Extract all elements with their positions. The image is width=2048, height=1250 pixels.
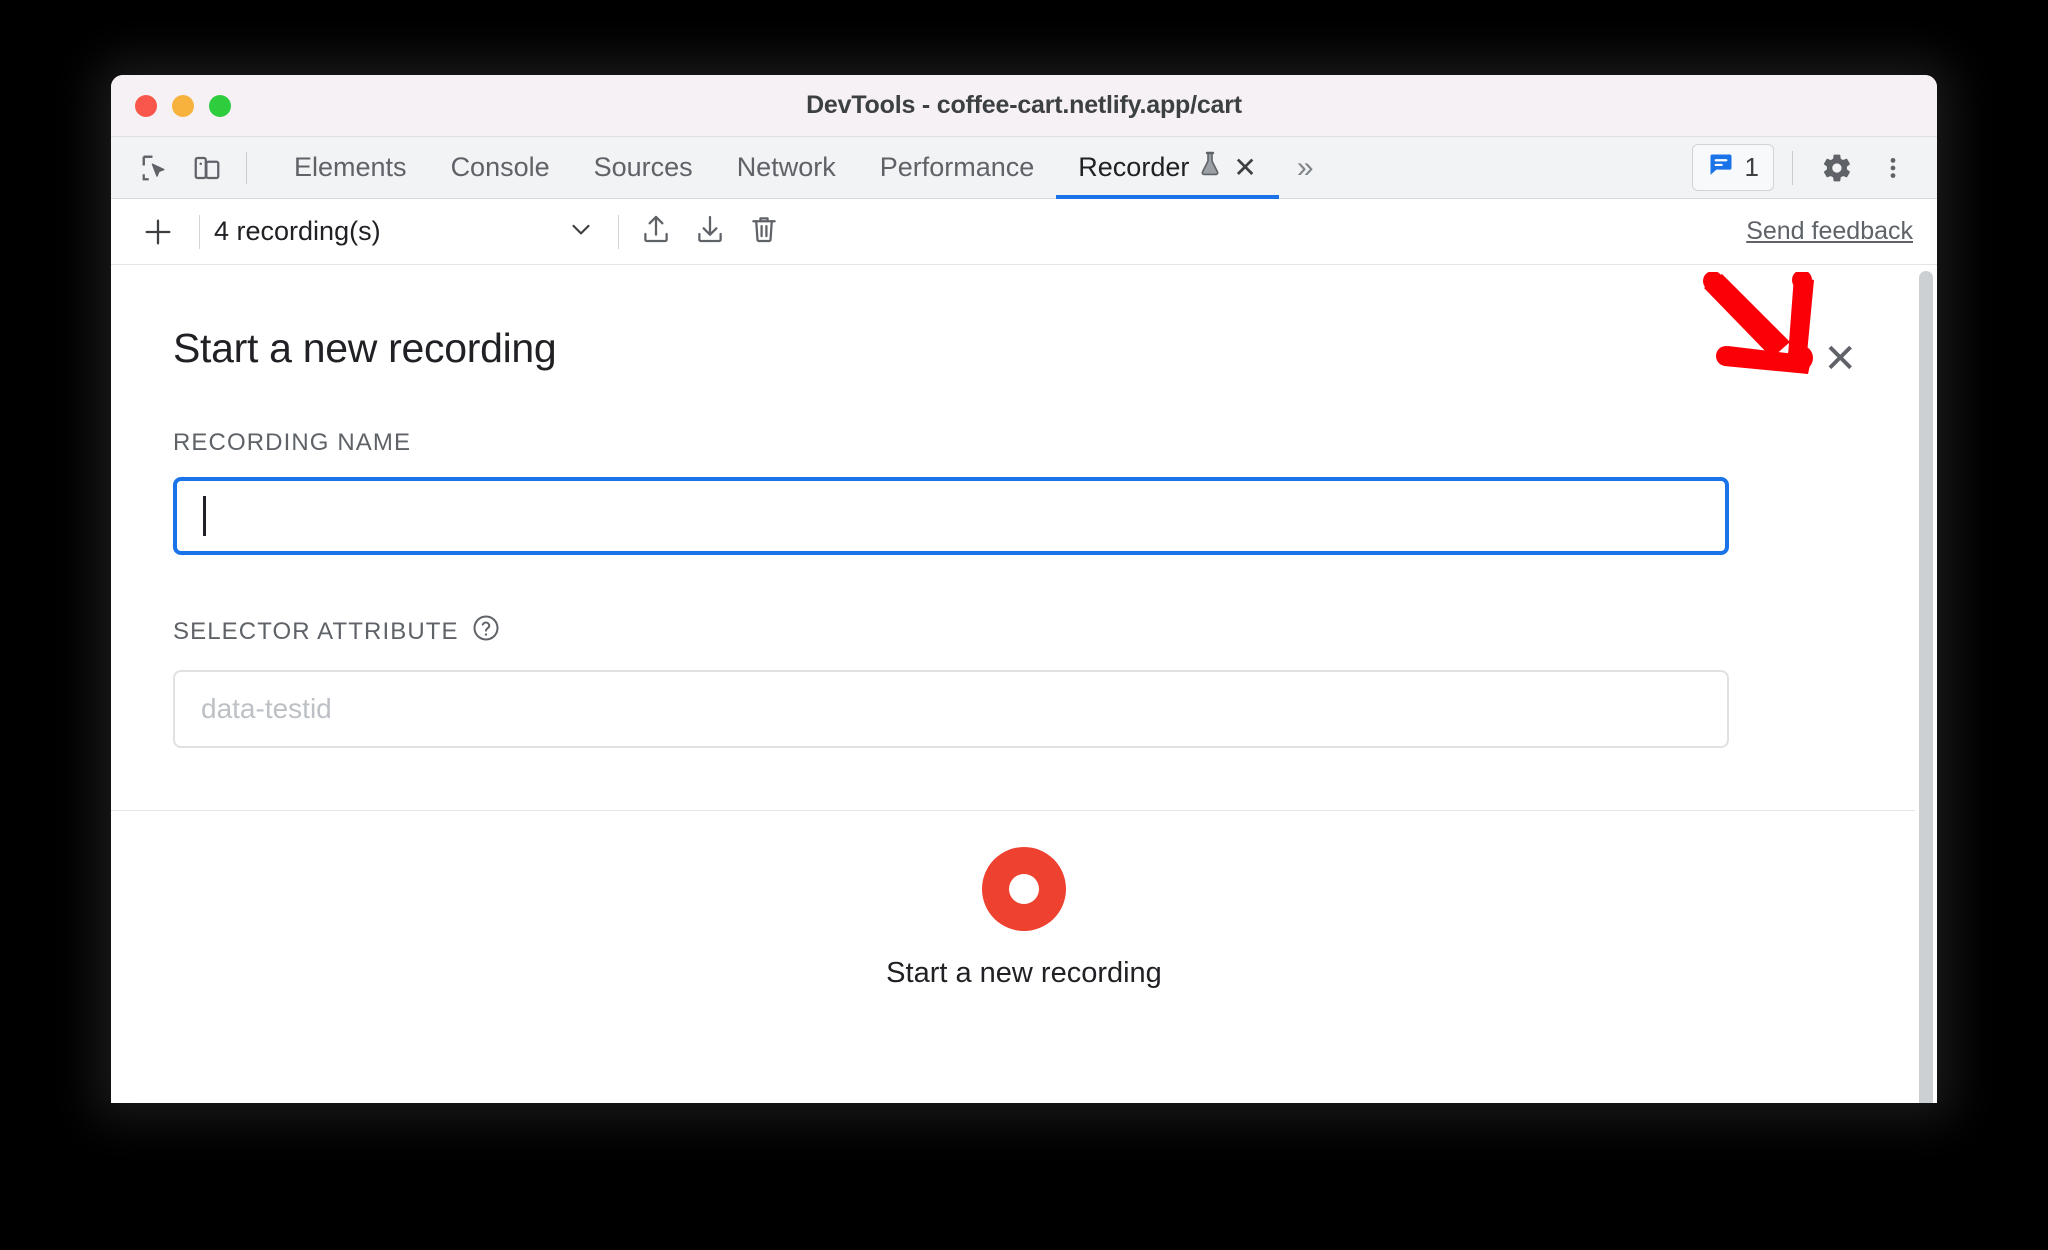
tab-sources[interactable]: Sources — [572, 137, 715, 199]
tab-performance[interactable]: Performance — [858, 137, 1057, 199]
inspect-cursor-icon[interactable] — [129, 142, 181, 194]
more-tabs-chevron-icon[interactable]: » — [1279, 151, 1332, 185]
new-recording-form: RECORDING NAME SELECTOR ATTRIBUTE data-t… — [111, 429, 1937, 748]
panel-scrollbar[interactable] — [1915, 265, 1937, 1103]
window-titlebar: DevTools - coffee-cart.netlify.app/cart — [111, 75, 1937, 137]
window-title: DevTools - coffee-cart.netlify.app/cart — [806, 91, 1242, 119]
export-download-icon[interactable] — [693, 212, 727, 251]
tab-network[interactable]: Network — [715, 137, 858, 199]
record-inner-hole — [1009, 874, 1039, 904]
record-circle-icon — [982, 847, 1066, 931]
new-recording-panel: Start a new recording ✕ RECORDING NAME S… — [111, 265, 1937, 1103]
start-recording-label: Start a new recording — [886, 957, 1162, 989]
close-icon[interactable]: ✕ — [1233, 153, 1256, 182]
toolbar-divider — [246, 151, 247, 184]
selector-attribute-placeholder: data-testid — [201, 693, 332, 724]
tab-label: Console — [450, 152, 550, 182]
issues-count: 1 — [1744, 152, 1759, 182]
devtools-tabbar: Elements Console Sources Network Perform… — [111, 137, 1937, 199]
toolbar-divider — [618, 214, 619, 249]
tab-recorder[interactable]: Recorder ✕ — [1056, 137, 1279, 199]
issues-button[interactable]: 1 — [1691, 144, 1774, 191]
toolbar-divider — [199, 214, 200, 249]
selector-attribute-input[interactable]: data-testid — [173, 670, 1729, 748]
add-recording-button[interactable] — [131, 205, 185, 259]
tab-console[interactable]: Console — [429, 137, 572, 199]
recording-name-input[interactable] — [173, 477, 1729, 555]
panel-tabs: Elements Console Sources Network Perform… — [272, 137, 1279, 199]
field-label-text: SELECTOR ATTRIBUTE — [173, 617, 459, 645]
recorder-file-actions — [639, 212, 781, 251]
import-upload-icon[interactable] — [639, 212, 673, 251]
tab-label: Sources — [593, 152, 693, 182]
kebab-menu-icon[interactable] — [1867, 142, 1919, 194]
panel-header: Start a new recording ✕ — [111, 265, 1937, 379]
screenshot-root: DevTools - coffee-cart.netlify.app/cart — [0, 0, 2048, 1250]
device-toolbar-icon[interactable] — [181, 142, 233, 194]
selector-attribute-field-group: SELECTOR ATTRIBUTE data-testid — [173, 613, 1875, 748]
experimental-flask-icon — [1198, 151, 1222, 184]
tabbar-right-controls: 1 — [1691, 137, 1919, 198]
trash-icon[interactable] — [747, 212, 781, 251]
tabbar-divider — [1792, 150, 1793, 185]
tab-elements[interactable]: Elements — [272, 137, 429, 199]
tab-label: Elements — [294, 152, 407, 182]
field-label-text: RECORDING NAME — [173, 429, 412, 456]
page-title: Start a new recording — [173, 325, 557, 371]
chevron-down-icon — [566, 214, 596, 249]
recordings-select[interactable]: 4 recording(s) — [214, 214, 604, 249]
panel-close-button[interactable]: ✕ — [1823, 339, 1857, 379]
recording-name-field-group: RECORDING NAME — [173, 429, 1875, 555]
help-question-icon[interactable] — [471, 613, 501, 650]
tab-label: Performance — [879, 152, 1035, 182]
text-caret — [203, 496, 206, 536]
recordings-select-value: 4 recording(s) — [214, 216, 381, 246]
tab-label: Network — [736, 152, 836, 182]
tab-label: Recorder — [1078, 152, 1190, 182]
devtools-window: DevTools - coffee-cart.netlify.app/cart — [111, 75, 1937, 1103]
start-recording-button[interactable]: Start a new recording — [111, 811, 1937, 990]
send-feedback-link[interactable]: Send feedback — [1746, 217, 1913, 246]
scrollbar-thumb[interactable] — [1919, 271, 1933, 1103]
recording-name-label: RECORDING NAME — [173, 429, 1875, 457]
issues-message-icon — [1707, 151, 1735, 184]
gear-icon[interactable] — [1811, 142, 1863, 194]
recorder-toolbar: 4 recording(s) Send feedback — [111, 199, 1937, 265]
selector-attribute-label: SELECTOR ATTRIBUTE — [173, 613, 1875, 650]
